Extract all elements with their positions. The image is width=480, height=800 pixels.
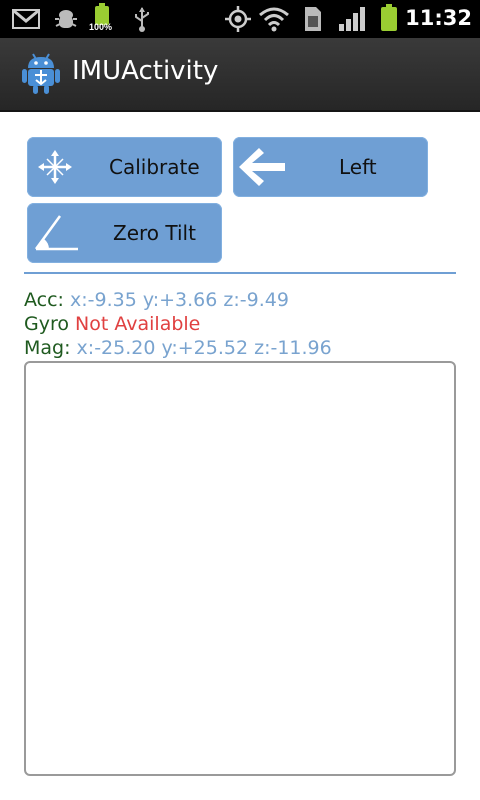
angle-icon — [34, 215, 78, 251]
debug-icon — [55, 10, 77, 28]
gyro-readout: Gyro Not Available — [24, 312, 200, 336]
divider — [24, 272, 456, 274]
acc-label: Acc: — [24, 289, 64, 311]
action-bar: IMUActivity — [0, 38, 480, 112]
signal-icon — [339, 7, 365, 31]
calibrate-label: Calibrate — [109, 155, 200, 179]
calibrate-arrows-icon — [38, 150, 72, 184]
left-arrow-icon — [239, 148, 285, 186]
wifi-icon — [259, 7, 289, 32]
android-app-icon — [22, 53, 60, 94]
battery-percent-label: 100% — [89, 22, 113, 32]
gmail-icon — [12, 9, 40, 29]
gyro-label: Gyro — [24, 313, 69, 335]
status-clock: 11:32 — [405, 6, 472, 30]
mag-label: Mag: — [24, 337, 71, 359]
sim-icon — [305, 7, 321, 31]
sensor-output-area[interactable] — [24, 361, 456, 776]
left-button[interactable]: Left — [233, 137, 428, 197]
gps-icon — [225, 6, 251, 32]
acc-readout: Acc: x:-9.35 y:+3.66 z:-9.49 — [24, 288, 289, 312]
battery-icon — [381, 4, 397, 31]
acc-value: x:-9.35 y:+3.66 z:-9.49 — [70, 289, 289, 311]
calibrate-button[interactable]: Calibrate — [27, 137, 222, 197]
usb-icon — [135, 7, 149, 32]
mag-readout: Mag: x:-25.20 y:+25.52 z:-11.96 — [24, 336, 332, 360]
zero-tilt-button[interactable]: Zero Tilt — [27, 203, 222, 263]
left-label: Left — [339, 155, 377, 179]
app-title: IMUActivity — [72, 56, 219, 86]
mag-value: x:-25.20 y:+25.52 z:-11.96 — [76, 337, 332, 359]
zero-tilt-label: Zero Tilt — [113, 221, 196, 245]
status-bar: 100% 11:32 — [0, 0, 480, 38]
gyro-value: Not Available — [75, 313, 201, 335]
